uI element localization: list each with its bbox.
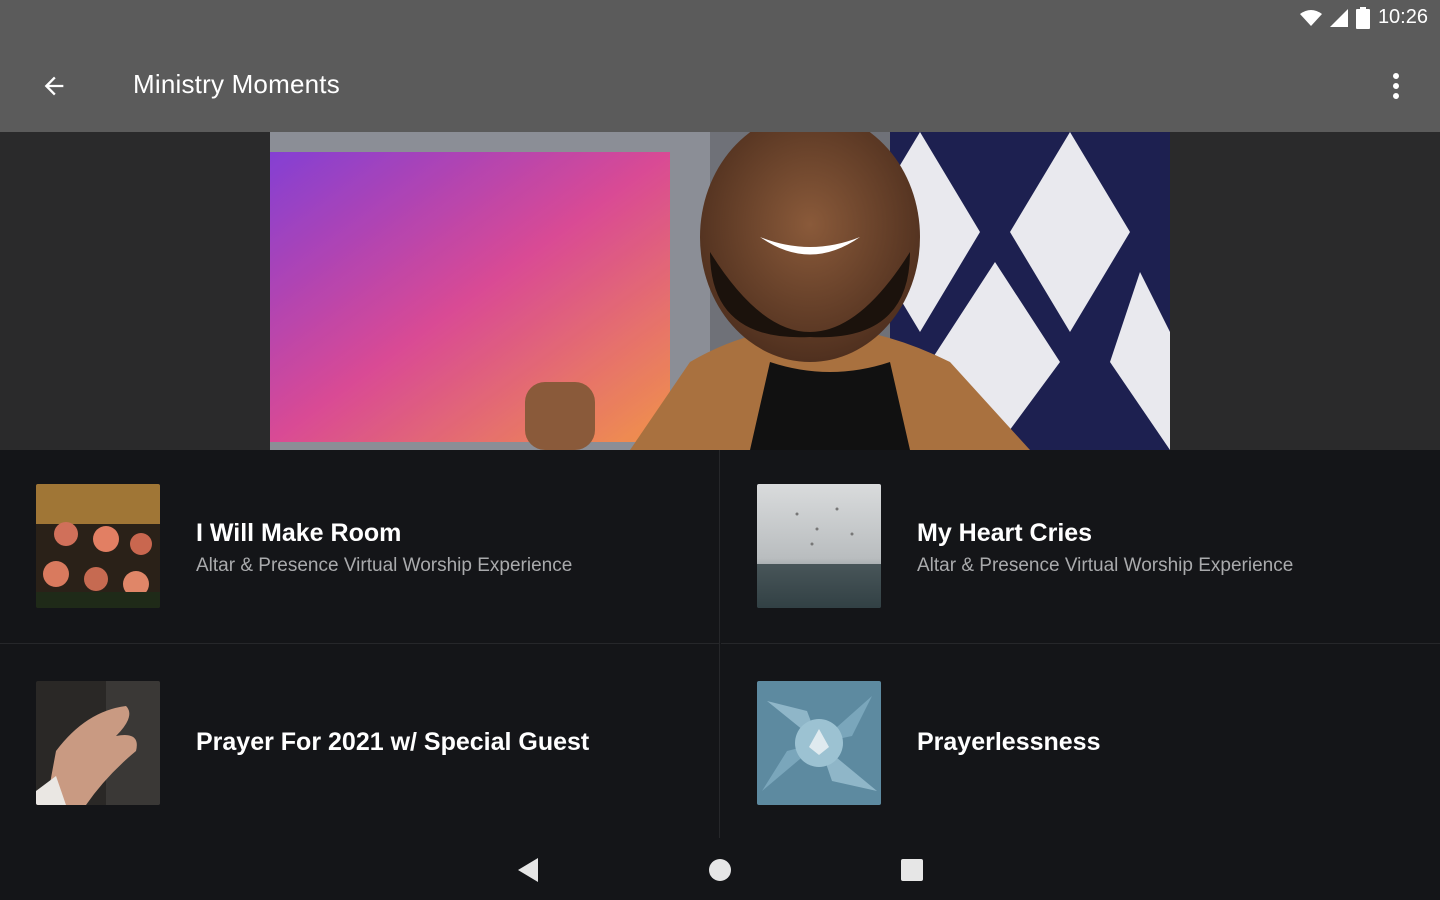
system-nav-bar bbox=[0, 838, 1440, 900]
hero-section bbox=[0, 132, 1440, 450]
cell-signal-icon bbox=[1329, 8, 1348, 27]
list-item[interactable]: Prayer For 2021 w/ Special Guest bbox=[0, 644, 720, 838]
square-recents-icon bbox=[901, 859, 923, 881]
nav-home-button[interactable] bbox=[698, 848, 742, 892]
hero-image[interactable] bbox=[270, 132, 1170, 450]
list-item[interactable]: Prayerlessness bbox=[721, 644, 1440, 838]
item-title: Prayerlessness bbox=[917, 728, 1101, 756]
page-title: Ministry Moments bbox=[133, 69, 340, 99]
circle-home-icon bbox=[709, 859, 731, 881]
list-item[interactable]: I Will Make Room Altar & Presence Virtua… bbox=[0, 450, 720, 644]
item-subtitle: Altar & Presence Virtual Worship Experie… bbox=[917, 555, 1294, 576]
arrow-back-icon bbox=[44, 76, 64, 96]
status-time: 10:26 bbox=[1377, 6, 1428, 28]
nav-back-button[interactable] bbox=[506, 848, 550, 892]
status-bar: 10:26 bbox=[0, 0, 1440, 40]
more-vert-icon bbox=[1393, 73, 1399, 99]
overflow-menu-button[interactable] bbox=[1376, 62, 1416, 110]
hero-photo bbox=[270, 132, 1170, 450]
thumbnail-hand bbox=[36, 681, 160, 805]
item-title: My Heart Cries bbox=[917, 519, 1093, 547]
nav-recents-button[interactable] bbox=[890, 848, 934, 892]
thumbnail-flowers bbox=[36, 484, 160, 608]
status-icons: 10:26 bbox=[1299, 6, 1428, 29]
thumbnail-succulent bbox=[757, 681, 881, 805]
battery-icon bbox=[1355, 6, 1370, 29]
triangle-back-icon bbox=[518, 858, 538, 882]
item-title: I Will Make Room bbox=[196, 519, 402, 547]
wifi-icon bbox=[1299, 9, 1322, 26]
item-subtitle: Altar & Presence Virtual Worship Experie… bbox=[196, 555, 573, 576]
item-title: Prayer For 2021 w/ Special Guest bbox=[196, 728, 590, 756]
app-bar: Ministry Moments bbox=[0, 40, 1440, 132]
back-button[interactable] bbox=[30, 62, 78, 110]
moments-grid: I Will Make Room Altar & Presence Virtua… bbox=[0, 450, 1440, 838]
list-item[interactable]: My Heart Cries Altar & Presence Virtual … bbox=[721, 450, 1440, 644]
thumbnail-rain bbox=[757, 484, 881, 608]
